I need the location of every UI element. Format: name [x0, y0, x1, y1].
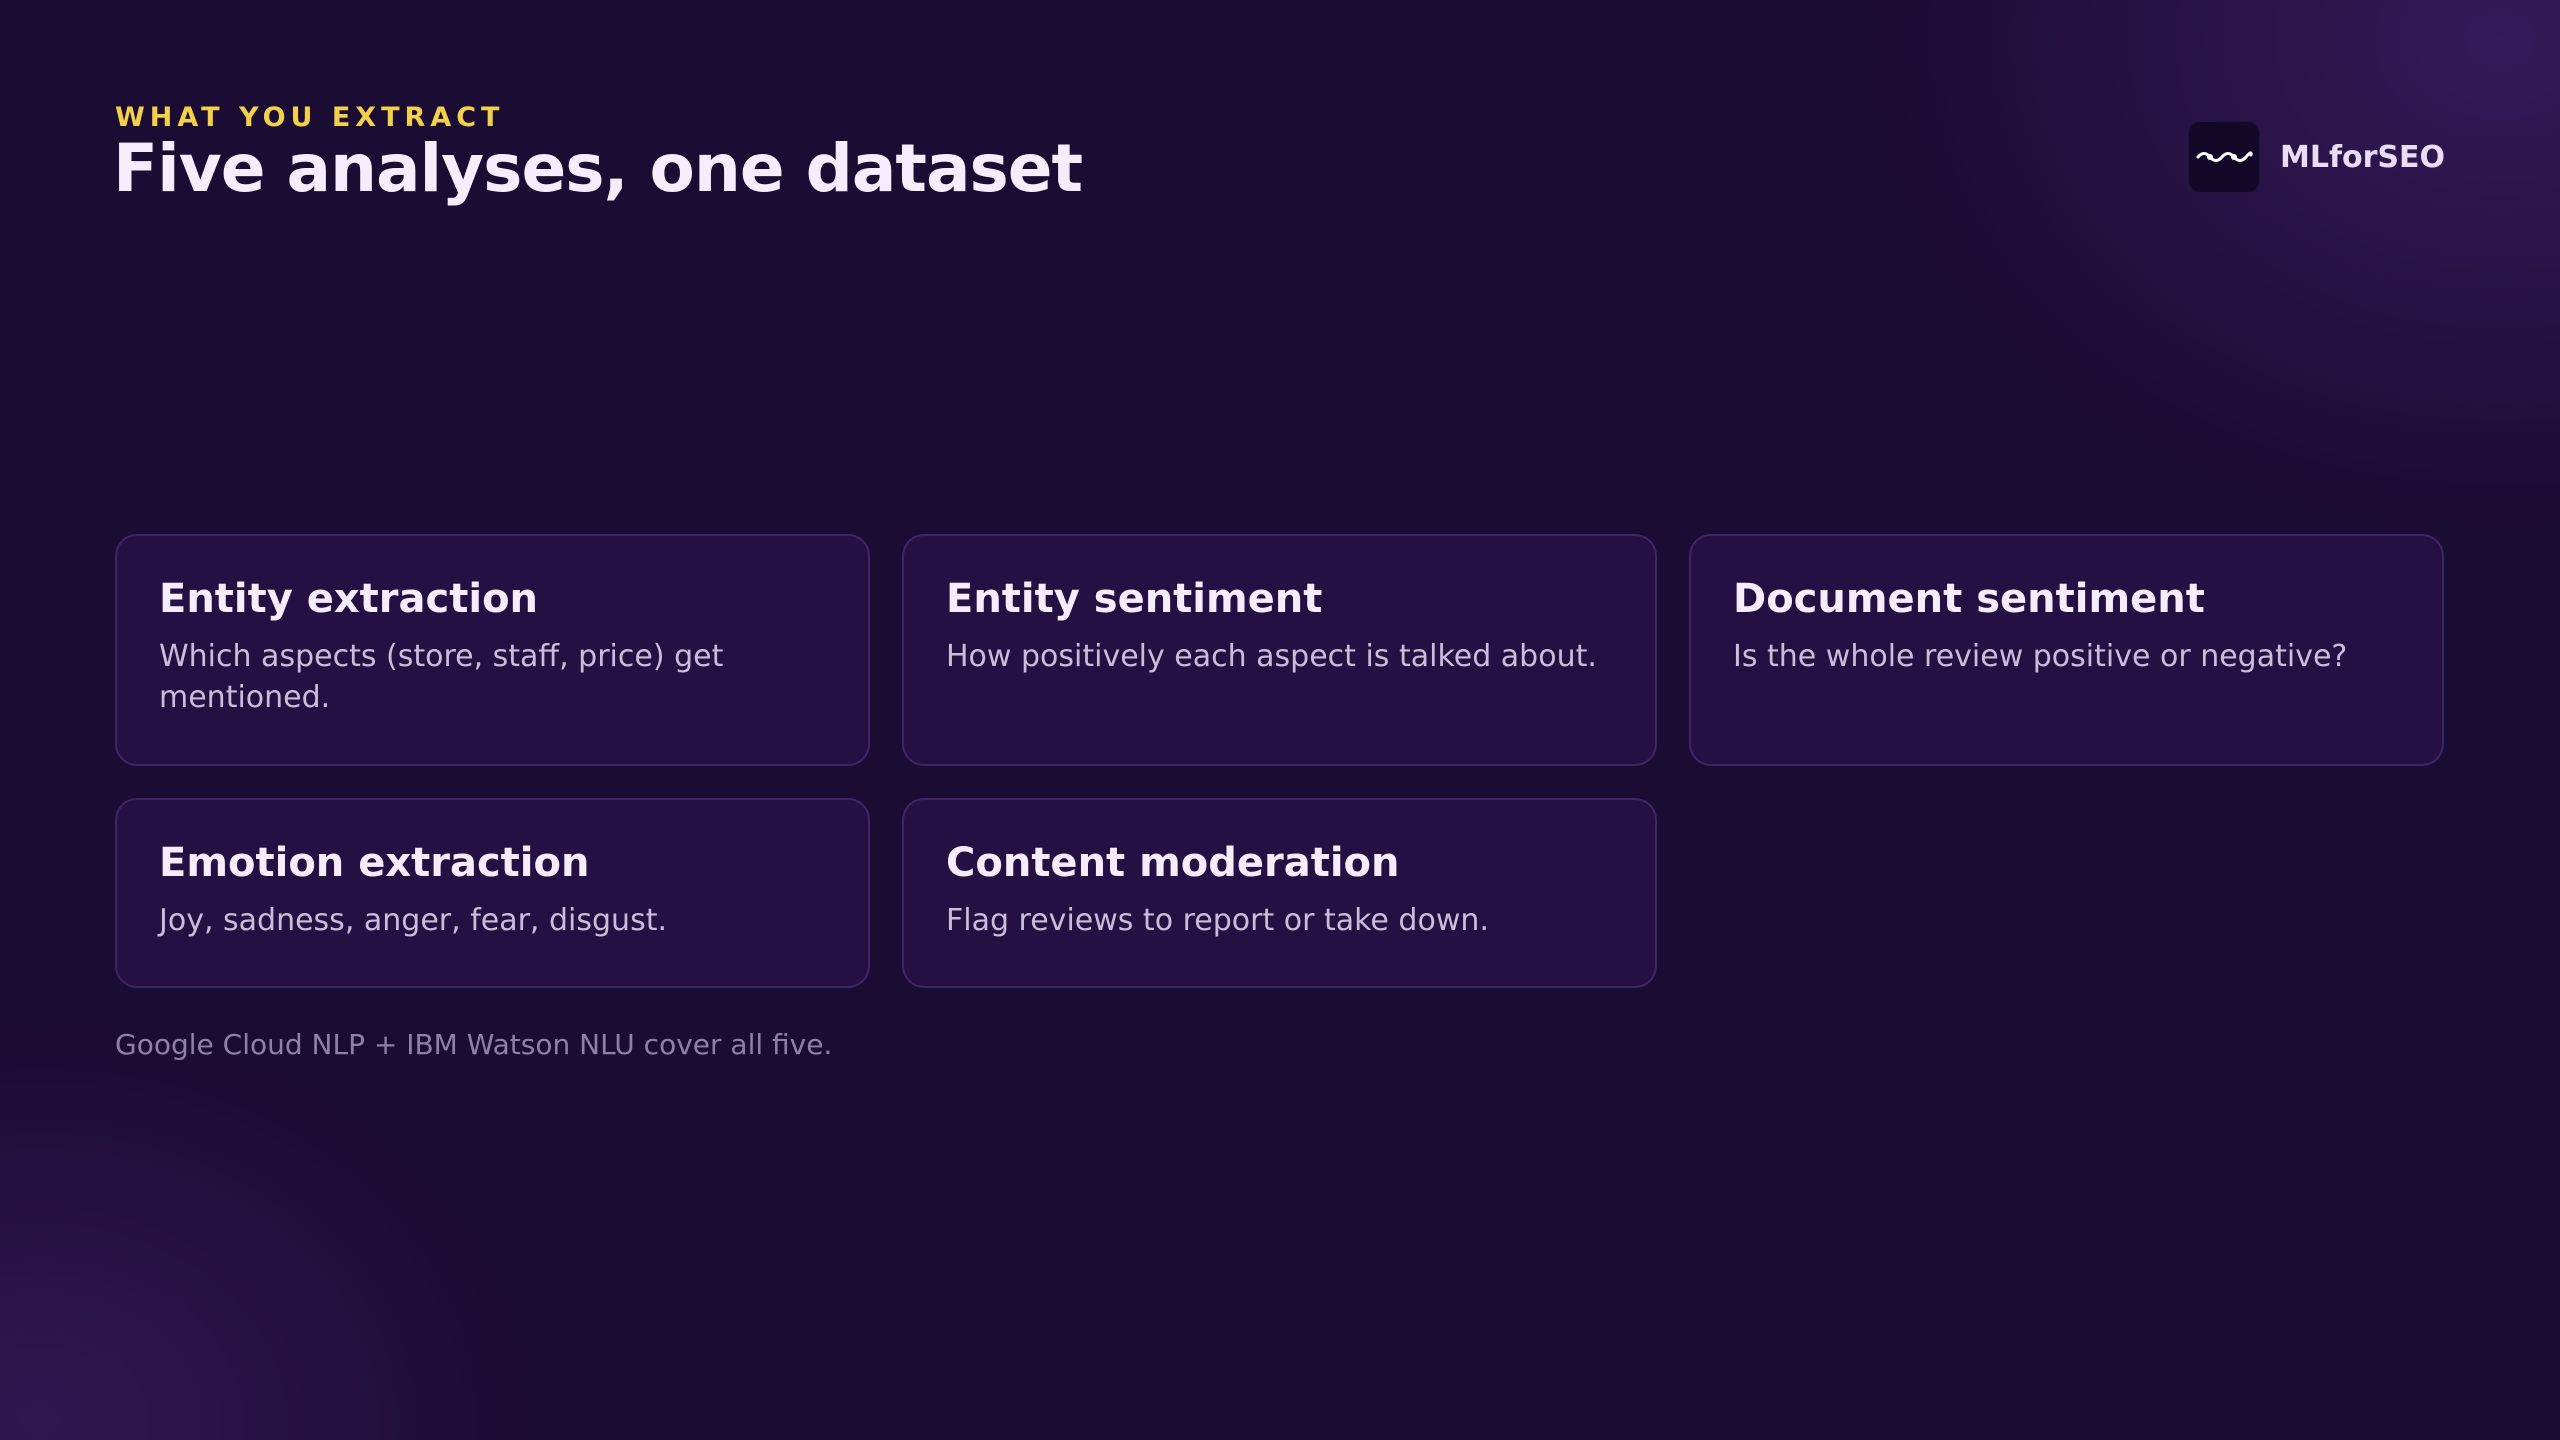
- card-title: Entity sentiment: [946, 576, 1323, 622]
- card-description: How positively each aspect is talked abo…: [946, 639, 1597, 674]
- card-title: Document sentiment: [1733, 576, 2205, 622]
- section-eyebrow: WHAT YOU EXTRACT: [115, 102, 505, 133]
- card-entity-sentiment: Entity sentiment How positively each asp…: [902, 534, 1657, 766]
- brand: MLforSEO: [2187, 121, 2445, 193]
- card-title: Entity extraction: [159, 576, 539, 622]
- card-description: Joy, sadness, anger, fear, disgust.: [159, 903, 667, 938]
- card-entity-extraction: Entity extraction Which aspects (store, …: [115, 534, 870, 766]
- card-document-sentiment: Document sentiment Is the whole review p…: [1689, 534, 2444, 766]
- brand-name: MLforSEO: [2279, 139, 2445, 175]
- card-title: Emotion extraction: [159, 840, 590, 886]
- footnote: Google Cloud NLP + IBM Watson NLU cover …: [115, 1028, 833, 1061]
- card-description: Flag reviews to report or take down.: [946, 903, 1489, 938]
- mlforseo-logo-icon: [2187, 121, 2260, 193]
- card-content-moderation: Content moderation Flag reviews to repor…: [902, 798, 1657, 988]
- card-emotion-extraction: Emotion extraction Joy, sadness, anger, …: [115, 798, 870, 988]
- page-title: Five analyses, one dataset: [113, 130, 1083, 207]
- logo-mark: [2196, 151, 2253, 162]
- card-title: Content moderation: [946, 840, 1400, 886]
- card-description: Is the whole review positive or negative…: [1733, 639, 2348, 674]
- card-description: Which aspects (store, staff, price) get …: [159, 639, 724, 715]
